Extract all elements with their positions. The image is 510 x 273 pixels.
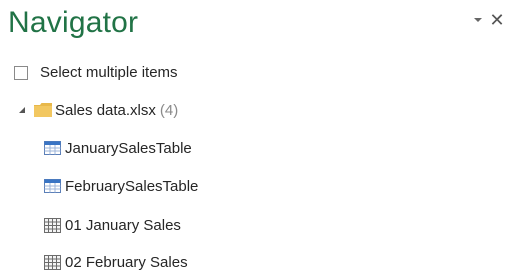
close-button[interactable]: ✕ [488, 10, 506, 30]
sheet-icon [44, 217, 62, 233]
tree-root-item[interactable]: Sales data.xlsx (4) [18, 99, 178, 121]
tree-item-label: 01 January Sales [65, 216, 181, 234]
sheet-icon [44, 254, 62, 270]
tree-item-label: 02 February Sales [65, 253, 188, 271]
tree-root-label: Sales data.xlsx [55, 101, 156, 119]
page-title: Navigator [8, 6, 139, 39]
tree-item-january-sales-table[interactable]: JanuarySalesTable [44, 137, 192, 159]
tree-item-label: JanuarySalesTable [65, 139, 192, 157]
table-icon [44, 178, 62, 194]
pane-options-button[interactable] [472, 10, 484, 30]
chevron-down-icon [474, 18, 482, 22]
select-multiple-label: Select multiple items [40, 64, 178, 81]
tree-item-01-january-sales[interactable]: 01 January Sales [44, 214, 181, 236]
tree-root-count: (4) [159, 101, 179, 119]
select-multiple-checkbox[interactable] [14, 65, 28, 80]
select-multiple-option[interactable]: Select multiple items [14, 64, 178, 81]
tree-item-february-sales-table[interactable]: FebruarySalesTable [44, 175, 198, 197]
expand-toggle-icon[interactable] [18, 105, 28, 115]
table-icon [44, 140, 62, 156]
tree-item-label: FebruarySalesTable [65, 177, 199, 195]
folder-icon [34, 103, 52, 117]
close-icon: ✕ [489, 10, 505, 30]
tree-item-02-february-sales[interactable]: 02 February Sales [44, 251, 188, 273]
